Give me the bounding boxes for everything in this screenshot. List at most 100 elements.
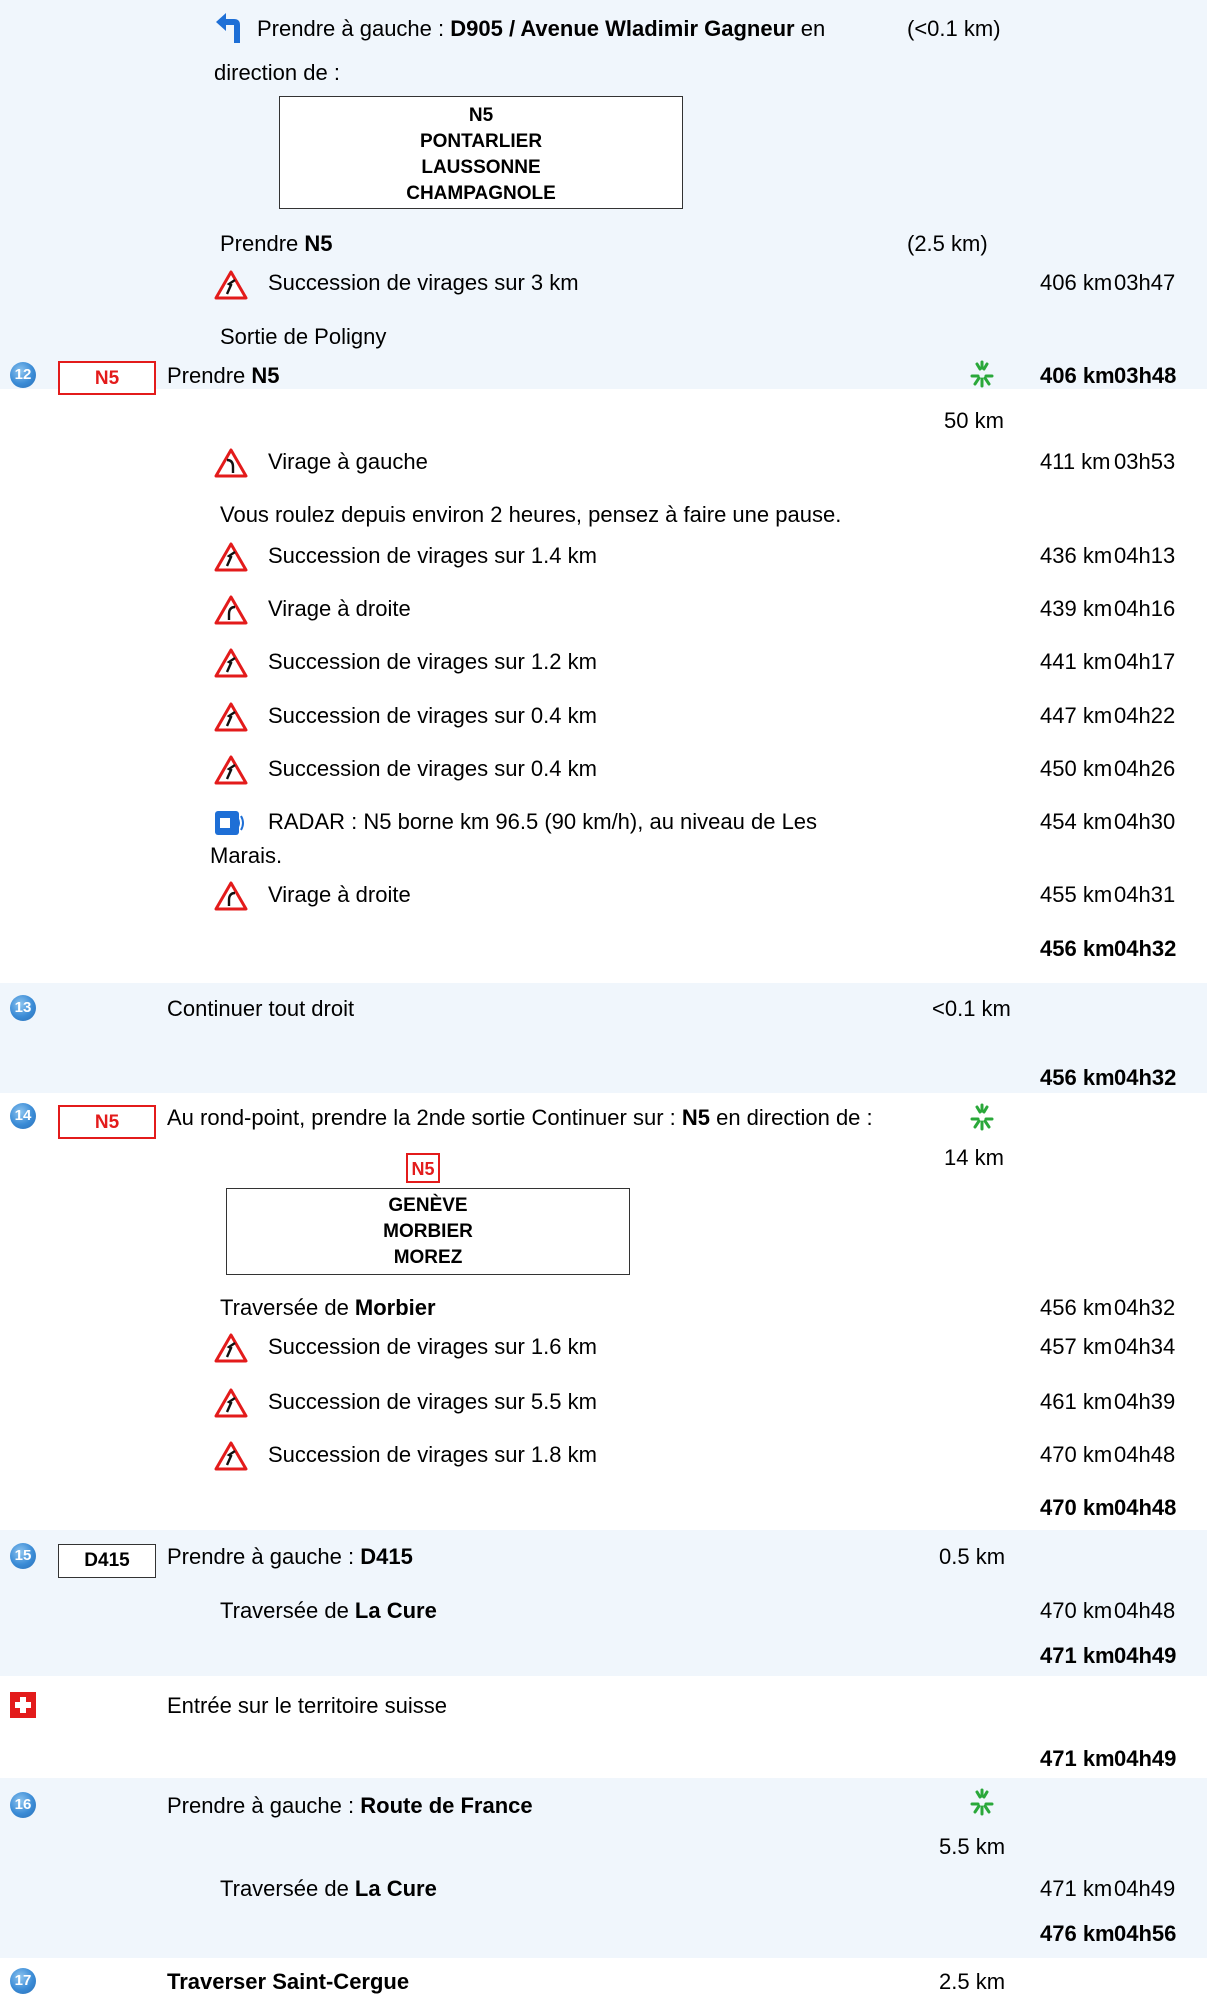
event-text: Succession de virages sur 1.8 km: [268, 1442, 597, 1467]
road-sign-cluster-icon: [970, 360, 994, 388]
event-text: Succession de virages sur 5.5 km: [268, 1389, 597, 1414]
event-km: 454 km: [1040, 809, 1113, 834]
event-km: 411 km: [1040, 449, 1111, 474]
speed-camera-icon: [215, 811, 244, 835]
crossing-time: 04h48: [1114, 1598, 1176, 1623]
event-time: 03h53: [1114, 449, 1176, 474]
event-text: Succession de virages sur 1.6 km: [268, 1334, 597, 1359]
alert-time: 03h47: [1114, 270, 1176, 295]
event-time: 04h34: [1114, 1334, 1176, 1359]
step-15-end-time: 04h49: [1114, 1643, 1177, 1668]
road-sign-cluster-icon: [970, 1103, 994, 1131]
step-15-end-km: 471 km: [1040, 1643, 1115, 1668]
crossing-km: 471 km: [1040, 1876, 1113, 1901]
step-13-end-km: 456 km: [1040, 1065, 1115, 1090]
winding-road-warning-icon: [214, 1333, 248, 1363]
alert-km: 406 km: [1040, 270, 1113, 295]
event-km: 439 km: [1040, 596, 1113, 621]
event-text: Virage à droite: [268, 882, 411, 907]
step-number-14: 14: [10, 1103, 36, 1129]
event-km: 436 km: [1040, 543, 1113, 568]
event-time: 04h16: [1114, 596, 1176, 621]
alert-text: Succession de virages sur 3 km: [268, 270, 579, 295]
turn-distance: (<0.1 km): [907, 16, 1001, 41]
step-number-15: 15: [10, 1543, 36, 1569]
step-16-end-km: 476 km: [1040, 1921, 1115, 1946]
sign-line: N5: [468, 105, 494, 126]
border-end-time: 04h49: [1114, 1746, 1177, 1771]
step-17-instruction: Traverser Saint-Cergue: [167, 1969, 410, 1994]
sign-line: MOREZ: [393, 1247, 463, 1268]
winding-road-warning-icon: [214, 1388, 248, 1418]
winding-road-warning-icon: [214, 542, 248, 572]
event-text: Succession de virages sur 0.4 km: [268, 703, 597, 728]
step-14-end-time: 04h48: [1114, 1495, 1177, 1520]
radar-text-cont: Marais.: [210, 843, 283, 868]
step-12-end-km: 456 km: [1040, 936, 1115, 961]
event-km: 450 km: [1040, 756, 1113, 781]
step-13-segment-distance: <0.1 km: [932, 996, 1011, 1021]
winding-road-warning-icon: [214, 702, 248, 732]
direction-sign: N5 PONTARLIER LAUSSONNE CHAMPAGNOLE: [279, 96, 683, 209]
step-17-segment-distance: 2.5 km: [939, 1969, 1006, 1994]
exit-text: Sortie de Poligny: [220, 324, 387, 349]
crossing-text: Traversée de La Cure: [220, 1876, 437, 1901]
sign-line: CHAMPAGNOLE: [406, 183, 556, 204]
winding-road-warning-icon: [214, 270, 248, 300]
right-curve-warning-icon: [214, 595, 248, 625]
swiss-flag-icon: [10, 1692, 36, 1718]
event-text: Succession de virages sur 1.2 km: [268, 649, 597, 674]
event-time: 04h26: [1114, 756, 1176, 781]
crossing-km: 470 km: [1040, 1598, 1113, 1623]
border-end-km: 471 km: [1040, 1746, 1115, 1771]
event-text: Succession de virages sur 1.4 km: [268, 543, 597, 568]
step-number-12: 12: [10, 362, 36, 388]
event-text: Virage à gauche: [268, 449, 428, 474]
step-12-time: 03h48: [1114, 363, 1177, 388]
step-number-16: 16: [10, 1792, 36, 1818]
road-badge-n5: N5: [58, 1105, 156, 1139]
road-sign-cluster-icon: [970, 1788, 994, 1816]
event-km: 447 km: [1040, 703, 1113, 728]
direction-sign: GENÈVE MORBIER MOREZ: [226, 1188, 630, 1275]
event-km: 470 km: [1040, 1442, 1113, 1467]
event-time: 04h22: [1114, 703, 1176, 728]
event-time: 04h17: [1114, 649, 1176, 674]
crossing-text: Traversée de La Cure: [220, 1598, 437, 1623]
step-15-instruction: Prendre à gauche : D415: [167, 1544, 413, 1569]
event-km: 461 km: [1040, 1389, 1113, 1414]
step-14-end-km: 470 km: [1040, 1495, 1115, 1520]
sign-road-badge: N5: [406, 1153, 440, 1183]
border-text: Entrée sur le territoire suisse: [167, 1693, 447, 1718]
sign-line: GENÈVE: [388, 1195, 468, 1216]
event-time: 04h30: [1114, 809, 1176, 834]
step-14-instruction: Au rond-point, prendre la 2nde sortie Co…: [167, 1105, 873, 1130]
winding-road-warning-icon: [214, 1441, 248, 1471]
event-time: 04h32: [1114, 1295, 1176, 1320]
sign-line: LAUSSONNE: [421, 157, 541, 178]
left-curve-warning-icon: [214, 448, 248, 478]
step-number-13: 13: [10, 995, 36, 1021]
turn-instruction: Prendre à gauche : D905 / Avenue Wladimi…: [257, 16, 826, 41]
winding-road-warning-icon: [214, 648, 248, 678]
step-13-instruction: Continuer tout droit: [167, 996, 355, 1021]
road-badge-n5: N5: [58, 361, 156, 395]
event-time: 04h48: [1114, 1442, 1176, 1467]
step-12-end-time: 04h32: [1114, 936, 1177, 961]
road-badge-d415: D415: [58, 1544, 156, 1578]
step-12-km: 406 km: [1040, 363, 1115, 388]
event-km: 455 km: [1040, 882, 1113, 907]
sign-line: MORBIER: [383, 1221, 473, 1242]
step-12-instruction: Prendre N5: [167, 363, 280, 388]
take-road-distance: (2.5 km): [907, 231, 988, 256]
right-curve-warning-icon: [214, 881, 248, 911]
event-text: Succession de virages sur 0.4 km: [268, 756, 597, 781]
turn-left-arrow-icon: [216, 13, 240, 43]
take-road-instruction: Prendre N5: [220, 231, 333, 256]
step-14-segment-distance: 14 km: [944, 1145, 1004, 1170]
direction-label: direction de :: [214, 60, 340, 85]
event-km: 457 km: [1040, 1334, 1113, 1359]
sign-line: PONTARLIER: [419, 131, 543, 152]
radar-text: RADAR : N5 borne km 96.5 (90 km/h), au n…: [268, 809, 818, 834]
event-time: 04h39: [1114, 1389, 1176, 1414]
